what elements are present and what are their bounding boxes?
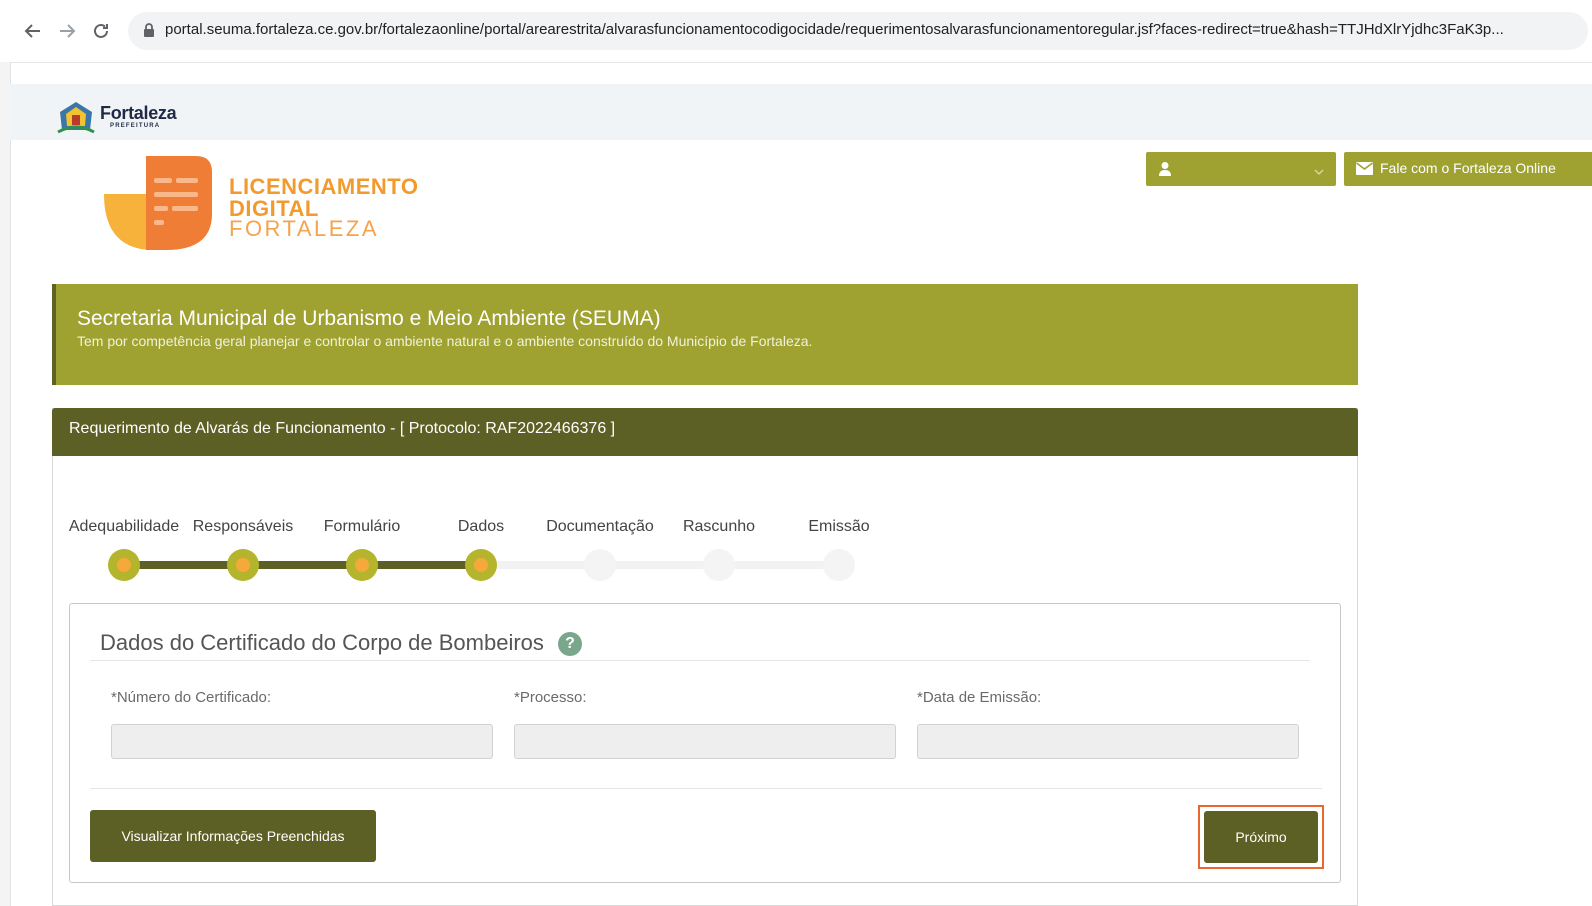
back-arrow-icon[interactable] [20, 18, 46, 44]
next-button[interactable]: Próximo [1204, 811, 1318, 863]
banner-description: Tem por competência geral planejar e con… [77, 333, 813, 349]
step-dot-adequabilidade[interactable] [108, 549, 140, 581]
user-menu-button[interactable] [1146, 152, 1336, 186]
city-crest-icon[interactable] [56, 98, 96, 139]
step-dot-emissao[interactable] [823, 549, 855, 581]
step-label-responsaveis: Responsáveis [192, 518, 294, 535]
step-label-dados: Dados [457, 518, 505, 535]
brand-line-3: FORTALEZA [229, 216, 380, 241]
certificate-number-input[interactable] [111, 724, 493, 759]
city-logo-sub: PREFEITURA [110, 123, 161, 129]
step-dot-dados[interactable] [465, 549, 497, 581]
step-label-adequabilidade: Adequabilidade [68, 518, 180, 535]
step-dot-documentacao[interactable] [584, 549, 616, 581]
forward-arrow-icon[interactable] [54, 18, 80, 44]
banner-title: Secretaria Municipal de Urbanismo e Meio… [77, 307, 661, 330]
form-divider-bottom [90, 788, 1322, 789]
step-label-rascunho: Rascunho [682, 518, 756, 535]
progress-line-todo [481, 561, 839, 569]
certificate-number-label: *Número do Certificado: [111, 689, 272, 706]
step-label-emissao: Emissão [808, 518, 870, 535]
city-header-strip [10, 84, 1592, 140]
step-label-formulario: Formulário [323, 518, 401, 535]
licenciamento-logo-icon[interactable] [102, 154, 214, 257]
step-dot-responsaveis[interactable] [227, 549, 259, 581]
url-text: portal.seuma.fortaleza.ce.gov.br/fortale… [165, 21, 1504, 38]
chevron-down-icon [1314, 163, 1324, 181]
user-icon [1158, 161, 1172, 182]
issue-date-input[interactable] [917, 724, 1299, 759]
step-label-documentacao: Documentação [546, 518, 654, 535]
envelope-icon [1356, 162, 1373, 180]
lock-icon [143, 22, 155, 43]
contact-button-label: Fale com o Fortaleza Online [1380, 160, 1556, 176]
reload-icon[interactable] [88, 18, 114, 44]
issue-date-label: *Data de Emissão: [917, 689, 1042, 706]
step-dot-rascunho[interactable] [703, 549, 735, 581]
panel-title: Requerimento de Alvarás de Funcionamento… [69, 420, 616, 437]
process-input[interactable] [514, 724, 896, 759]
form-divider [90, 660, 1310, 661]
city-logo-name: Fortaleza [100, 103, 177, 123]
process-label: *Processo: [514, 689, 587, 706]
step-dot-formulario[interactable] [346, 549, 378, 581]
help-icon[interactable]: ? [558, 632, 582, 656]
page-left-edge [0, 62, 11, 906]
view-filled-info-button[interactable]: Visualizar Informações Preenchidas [90, 810, 376, 862]
progress-line-done [124, 561, 481, 569]
form-title: Dados do Certificado do Corpo de Bombeir… [100, 630, 544, 655]
